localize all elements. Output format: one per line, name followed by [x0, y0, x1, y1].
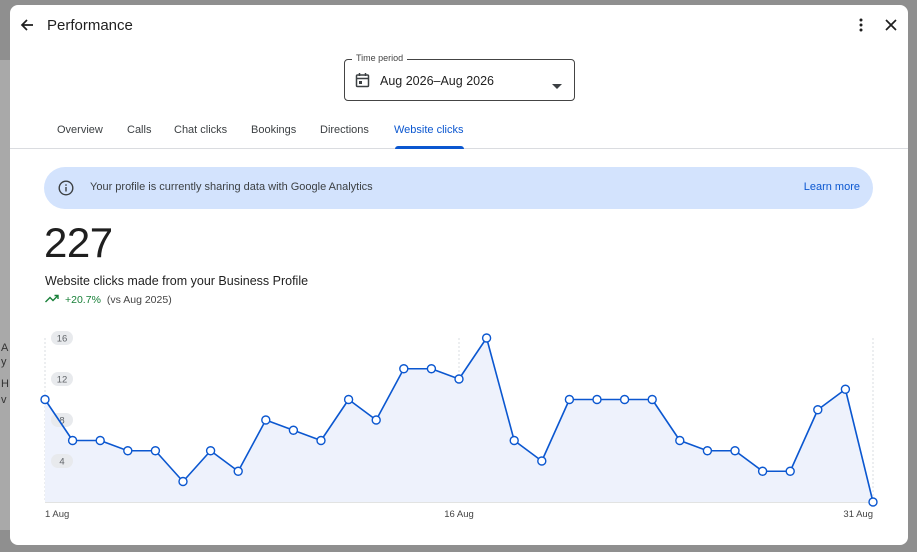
- time-period-value: Aug 2026–Aug 2026: [380, 74, 494, 88]
- backdrop-left-strip: [0, 60, 10, 530]
- y-tick-label: 16: [57, 334, 68, 345]
- data-point: [399, 364, 409, 374]
- data-point: [675, 435, 685, 446]
- y-tick-label: 12: [57, 375, 68, 386]
- backdrop-left-fragment: v: [1, 394, 7, 406]
- more-vert-icon[interactable]: [847, 11, 875, 39]
- tab-bookings[interactable]: Bookings: [251, 124, 296, 136]
- back-arrow-icon[interactable]: [13, 11, 41, 39]
- backdrop-left-fragment: A: [1, 342, 9, 354]
- time-period-select[interactable]: Time period Aug 2026–Aug 2026: [344, 53, 575, 101]
- dialog-header: Performance: [10, 5, 908, 47]
- tab-overview[interactable]: Overview: [57, 124, 103, 136]
- data-point: [343, 394, 354, 405]
- data-point: [840, 384, 851, 394]
- trending-up-icon: [45, 294, 59, 306]
- time-period-legend: Time period: [352, 53, 408, 63]
- data-point: [178, 476, 188, 487]
- y-tick-label: 4: [59, 457, 64, 468]
- data-point: [757, 466, 768, 476]
- change-row: +20.7% (vs Aug 2025): [45, 294, 172, 306]
- banner-text: Your profile is currently sharing data w…: [90, 181, 373, 193]
- close-icon[interactable]: [877, 11, 905, 39]
- active-tab-indicator: [395, 146, 464, 149]
- data-point: [785, 466, 795, 476]
- data-point: [592, 394, 602, 405]
- learn-more-link[interactable]: Learn more: [804, 181, 860, 193]
- backdrop-left-fragment: H: [1, 378, 9, 390]
- data-point: [150, 446, 161, 456]
- data-point: [205, 446, 216, 456]
- tab-directions[interactable]: Directions: [320, 124, 369, 136]
- data-point: [481, 333, 492, 343]
- x-tick-label: 16 Aug: [444, 509, 474, 520]
- data-point: [371, 415, 381, 425]
- data-point: [647, 394, 657, 405]
- data-point: [316, 435, 326, 446]
- data-point: [261, 415, 271, 425]
- data-point: [564, 394, 575, 405]
- data-point: [123, 446, 133, 456]
- page-title: Performance: [47, 17, 133, 34]
- x-tick-label: 31 Aug: [843, 509, 873, 520]
- performance-dialog: Performance Time period Aug 2026–Aug 202…: [10, 5, 908, 545]
- dropdown-arrow-icon: [552, 77, 562, 95]
- tab-chat-clicks[interactable]: Chat clicks: [174, 124, 227, 136]
- data-point: [730, 446, 740, 456]
- analytics-banner: Your profile is currently sharing data w…: [44, 167, 873, 209]
- change-percent: +20.7%: [65, 294, 101, 306]
- calendar-icon: [355, 72, 370, 93]
- info-icon: [58, 180, 74, 201]
- backdrop-left-fragment: y: [1, 356, 7, 368]
- metric-label: Website clicks made from your Business P…: [45, 274, 309, 288]
- tab-calls[interactable]: Calls: [127, 124, 151, 136]
- data-point: [868, 497, 878, 507]
- data-point: [509, 435, 519, 446]
- data-point: [288, 425, 299, 435]
- data-point: [67, 435, 78, 446]
- data-point: [426, 364, 437, 374]
- website-clicks-chart: 4812161 Aug 16 Aug 31 Aug: [40, 331, 878, 520]
- tab-website-clicks[interactable]: Website clicks: [394, 124, 463, 136]
- data-point: [813, 405, 823, 415]
- comparison-period: (vs Aug 2025): [106, 294, 172, 306]
- data-point: [40, 394, 50, 405]
- data-point: [702, 446, 713, 456]
- tab-bar: Overview Calls Chat clicks Bookings Dire…: [10, 115, 908, 149]
- data-point: [454, 374, 464, 384]
- data-point: [233, 466, 243, 476]
- metric-value: 227: [44, 219, 113, 266]
- x-tick-label: 1 Aug: [45, 509, 69, 520]
- data-point: [619, 394, 630, 405]
- data-point: [537, 456, 547, 466]
- data-point: [95, 435, 105, 446]
